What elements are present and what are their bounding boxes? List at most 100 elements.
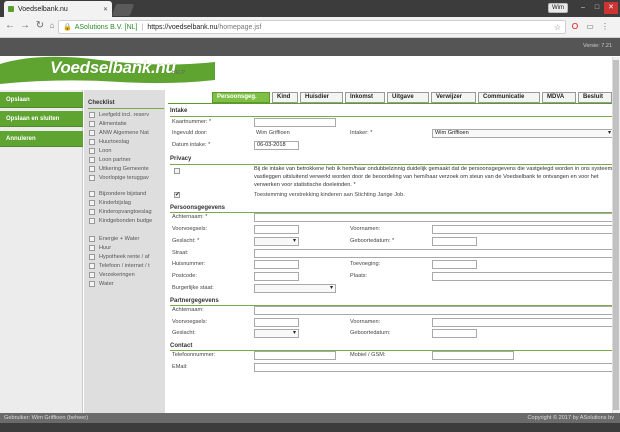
address-bar[interactable]: 🔒 ASolutions B.V. [NL] | https://voedsel… [58,20,566,34]
partner-geslacht-label: Geslacht: [172,330,196,336]
checklist-item[interactable]: Kindgebonden budge [89,216,165,225]
save-button[interactable]: Opslaan [0,92,83,108]
bookmark-star-icon[interactable]: ☆ [554,23,561,32]
checklist-item[interactable]: Uitkering Gemeente [89,164,165,173]
checkbox[interactable] [89,199,95,206]
opera-extension-icon[interactable]: O [569,21,581,33]
checkbox[interactable] [89,156,95,163]
checklist-item[interactable]: Loon [89,146,165,155]
checkbox[interactable] [89,190,95,197]
checkbox[interactable] [89,174,95,181]
tab-kind[interactable]: Kind [272,92,298,103]
consent-checkbox[interactable] [174,191,180,198]
profile-button[interactable]: Wim [548,3,568,13]
tab-uitgave[interactable]: Uitgave [387,92,429,103]
partner-voorvoegsels-input[interactable] [254,318,299,327]
achternaam-input[interactable] [254,213,614,222]
back-icon[interactable]: ← [4,20,16,32]
checklist-item[interactable]: Bijzondere bijstand [89,189,165,198]
checklist-item[interactable]: Telefoon / internet / t [89,261,165,270]
voornamen-input[interactable] [432,225,614,234]
checkbox[interactable] [89,253,95,260]
checkbox[interactable] [89,280,95,287]
checklist-item[interactable]: Huurtoeslag [89,137,165,146]
checklist-item[interactable]: ANW Algemene Nat [89,128,165,137]
checkbox[interactable] [89,217,95,224]
checklist-item[interactable]: Energie + Water [89,234,165,243]
checkbox[interactable] [89,147,95,154]
tab-verwijzer[interactable]: Verwijzer [431,92,476,103]
checklist-item[interactable]: Huur [89,243,165,252]
checklist-item[interactable]: Kinderopvangtoeslag [89,207,165,216]
partner-achternaam-label: Achternaam: [172,307,204,313]
geslacht-select[interactable] [254,237,299,246]
intake-title: Intake [170,108,188,114]
checklist-item[interactable]: Water [89,279,165,288]
persoonsgegevens-title: Persoonsgegevens [170,205,226,211]
partner-geslacht-select[interactable] [254,329,299,338]
checklist-item[interactable]: Verzekeringen [89,270,165,279]
tab-besluit[interactable]: Besluit [578,92,612,103]
checkbox[interactable] [89,208,95,215]
home-icon[interactable]: ⌂ [46,20,58,32]
cast-icon[interactable]: ▭ [584,21,596,33]
email-label: EMail: [172,364,188,370]
checklist-item[interactable]: Voorlopige teruggav [89,173,165,182]
close-tab-icon[interactable]: ✕ [103,6,108,13]
straat-input[interactable] [254,249,614,258]
voorvoegsels-label: Voorvoegsels: [172,226,208,232]
save-and-close-button[interactable]: Opslaan en sluiten [0,111,83,127]
partner-geboortedatum-label: Geboortedatum: [350,330,391,336]
kaartnummer-input[interactable] [254,118,336,127]
partner-voornamen-input[interactable] [432,318,614,327]
checklist-item[interactable]: Kinderbijslag [89,198,165,207]
checkbox[interactable] [89,138,95,145]
minimize-icon[interactable]: – [576,2,590,14]
app-logo[interactable]: Voedselbank.nu [50,58,176,78]
checkbox[interactable] [89,129,95,136]
checkbox[interactable] [89,111,95,118]
reload-icon[interactable]: ↻ [34,20,46,32]
tab-mdva[interactable]: MDVA [542,92,576,103]
help-link[interactable]: HELP [172,70,185,76]
burgerlijke-staat-select[interactable] [254,284,336,293]
checklist-item[interactable]: Loon partner [89,155,165,164]
toevoeging-input[interactable] [432,260,477,269]
checkbox[interactable] [89,262,95,269]
tab-persoonsgeg[interactable]: Persoonsgeg. [212,92,270,103]
partner-geboortedatum-input[interactable] [432,329,477,338]
mobiel-input[interactable] [432,351,514,360]
close-window-icon[interactable]: ✕ [604,2,618,14]
email-input[interactable] [254,363,614,372]
cancel-button[interactable]: Annuleren [0,131,83,147]
telefoon-input[interactable] [254,351,336,360]
datum-input[interactable]: 06-03-2018 [254,141,299,150]
geboortedatum-input[interactable] [432,237,477,246]
checkbox[interactable] [89,120,95,127]
plaats-label: Plaats: [350,273,368,279]
plaats-input[interactable] [432,272,614,281]
menu-icon[interactable]: ⋮ [599,21,611,33]
maximize-icon[interactable]: □ [590,2,604,14]
postcode-input[interactable] [254,272,299,281]
voorvoegsels-input[interactable] [254,225,299,234]
partner-achternaam-input[interactable] [254,306,614,315]
checkbox[interactable] [89,165,95,172]
checklist-item[interactable]: Hypotheek rente / af [89,252,165,261]
intaker-select[interactable]: Wim Griffioen [432,129,614,138]
browser-tab[interactable]: Voedselbank.nu ✕ [4,1,112,17]
checkbox[interactable] [89,271,95,278]
checkbox[interactable] [89,235,95,242]
privacy-statement: Bij de intake van betrokkene heb ik hem/… [254,166,613,188]
checkbox[interactable] [89,244,95,251]
privacy-checkbox[interactable] [174,168,180,174]
checklist-item[interactable]: Leefgeld incl. reserv [89,110,165,119]
tab-communicatie[interactable]: Communicatie [478,92,540,103]
tab-inkomst[interactable]: Inkomst [345,92,385,103]
scrollbar-thumb[interactable] [613,60,619,410]
forward-icon[interactable]: → [19,20,31,32]
huisnummer-input[interactable] [254,260,299,269]
checklist-item[interactable]: Alimentatie [89,119,165,128]
tab-huisdier[interactable]: Huisdier [300,92,343,103]
achternaam-label: Achternaam: * [172,214,208,220]
